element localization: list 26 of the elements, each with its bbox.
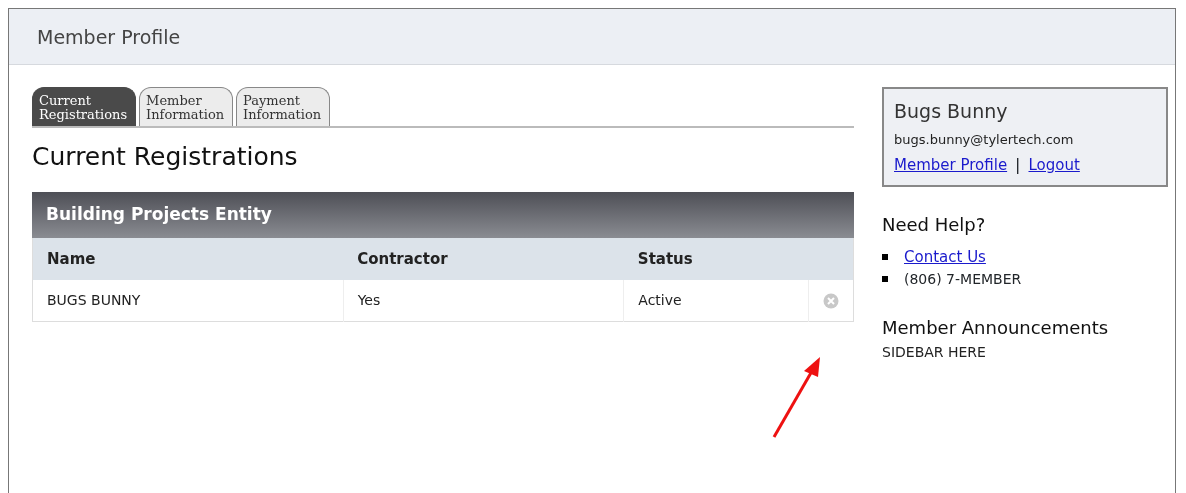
table-cell: Yes xyxy=(343,280,624,322)
tab[interactable]: Member Information xyxy=(139,87,234,126)
column-header-blank xyxy=(808,237,854,281)
sidebar-text: SIDEBAR HERE xyxy=(882,343,987,363)
user-email: bugs.bunny@tylertech.com xyxy=(894,130,1075,149)
user-name: Bugs Bunny xyxy=(894,99,1009,124)
remove-icon[interactable] xyxy=(823,293,839,310)
table-title: Building Projects Entity xyxy=(32,192,854,238)
bullet-icon xyxy=(882,276,888,282)
table-cell: Active xyxy=(623,280,809,322)
user-link[interactable]: Member Profile xyxy=(894,153,1008,177)
column-header: Name xyxy=(32,237,344,281)
tab[interactable]: Current Registrations xyxy=(32,87,137,126)
column-header: Status xyxy=(623,237,809,281)
help-heading: Need Help? xyxy=(882,213,987,237)
user-link[interactable]: Logout xyxy=(1028,153,1080,177)
page-heading: Current Registrations xyxy=(32,140,299,173)
link-separator: | xyxy=(1015,154,1021,176)
page-title: Member Profile xyxy=(37,26,181,48)
table-cell: BUGS BUNNY xyxy=(32,280,344,322)
column-header: Contractor xyxy=(343,237,624,281)
bullet-icon xyxy=(882,254,888,261)
phone-number: (806) 7-MEMBER xyxy=(904,269,1022,289)
tab[interactable]: Payment Information xyxy=(236,87,331,126)
announcements-heading: Member Announcements xyxy=(882,315,1110,340)
contact-link[interactable]: Contact Us xyxy=(904,246,986,269)
